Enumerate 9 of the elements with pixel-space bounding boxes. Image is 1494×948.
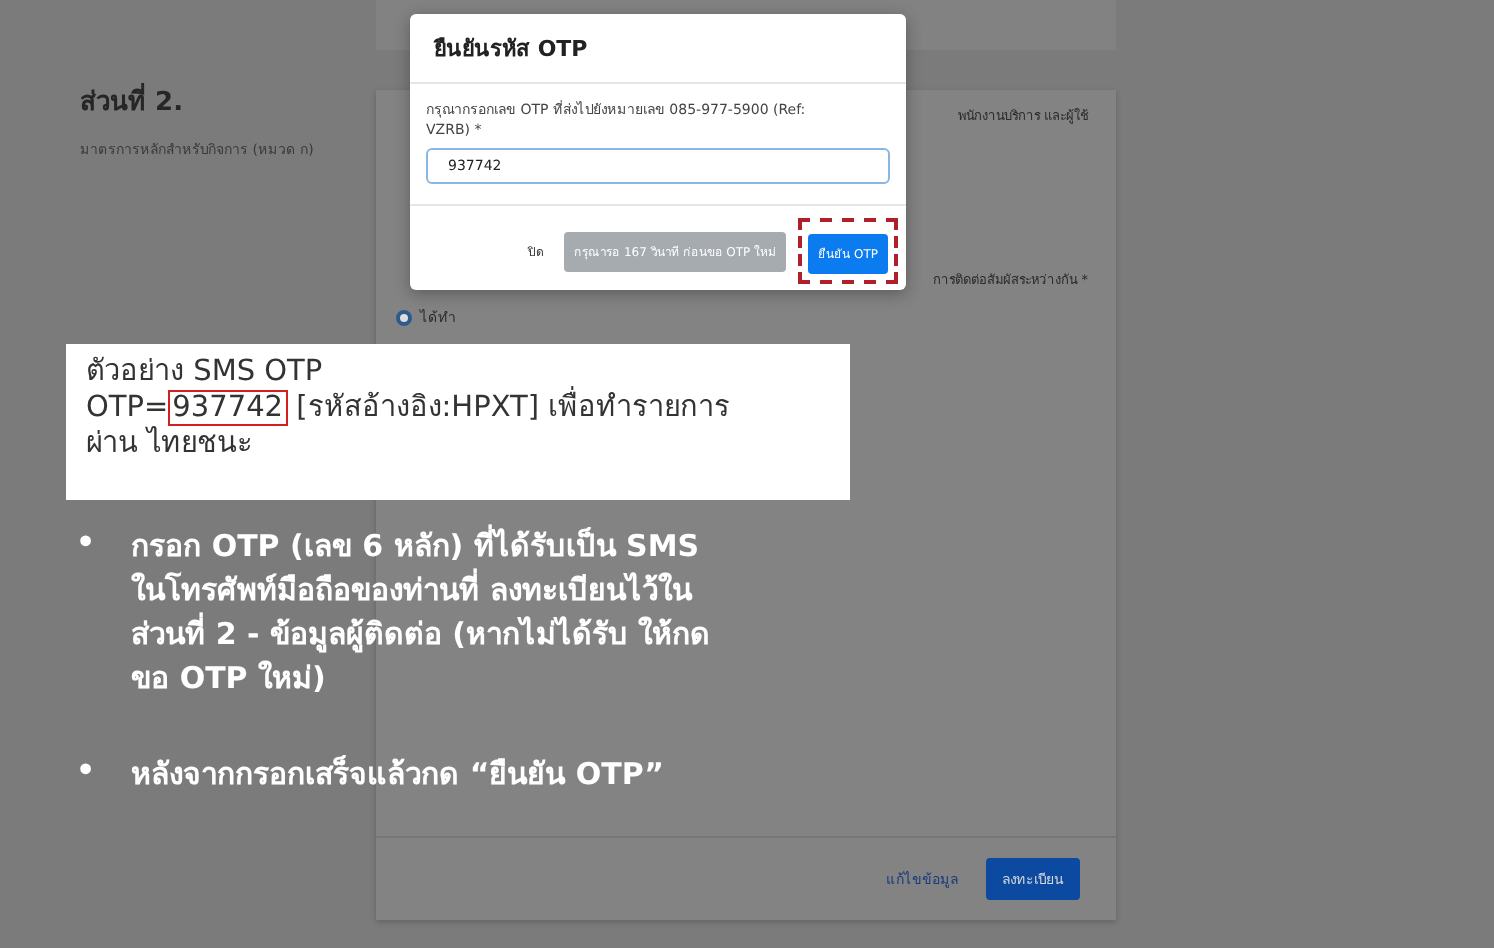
instruction-text: กรอก OTP (เลข 6 หลัก) ที่ได้รับเป็น SMS ในโทรศัพท์มือถือของท่านที่ ลงทะเบียนไว้ในส่วนที่ 2 - ข้อมูลผู้ติดต่อ (หากไม่ได้รับ ให้กดขอ OTP ใหม่) xyxy=(131,524,713,700)
dialog-title: ยืนยันรหัส OTP xyxy=(410,14,906,84)
sms-example-title: ตัวอย่าง SMS OTP xyxy=(86,354,325,390)
instruction-text: หลังจากกรอกเสร็จแล้วกด “ยืนยัน OTP” xyxy=(131,753,667,796)
radio-button[interactable] xyxy=(396,309,412,325)
bullet-mark: • xyxy=(76,752,96,792)
bullet-mark: • xyxy=(76,524,96,564)
section-title: ส่วนที่ 2. xyxy=(80,80,376,122)
sms-message-text: OTP=937742 [รหัสอ้างอิง:HPXT] เพื่อทำรายการ ผ่าน ไทยชนะ xyxy=(86,390,786,462)
